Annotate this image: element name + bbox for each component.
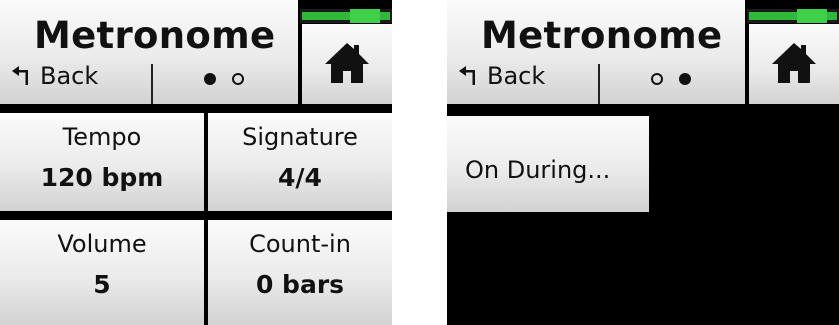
header-divider [151, 64, 153, 104]
tempo-tile[interactable]: Tempo 120 bpm [0, 113, 204, 211]
volume-tile[interactable]: Volume 5 [0, 220, 204, 325]
home-icon [325, 43, 369, 83]
tile-value: 0 bars [255, 270, 345, 299]
tile-label: Signature [242, 123, 358, 151]
tile-value: 120 bpm [40, 163, 164, 192]
home-button[interactable] [749, 24, 839, 104]
tile-label: Volume [57, 230, 147, 258]
metronome-screen-page-1: Metronome Back Tempo 120 bpm Signature 4… [0, 0, 392, 325]
count-in-tile[interactable]: Count-in 0 bars [208, 220, 392, 325]
page-dot-filled-icon [679, 73, 691, 85]
back-button[interactable]: Back [12, 62, 98, 90]
page-indicator [204, 73, 244, 85]
signature-tile[interactable]: Signature 4/4 [208, 113, 392, 211]
header-divider [598, 64, 600, 104]
home-icon [772, 43, 816, 83]
back-label: Back [40, 62, 99, 90]
tile-value: 4/4 [278, 163, 322, 192]
back-label: Back [487, 62, 546, 90]
on-during-tile[interactable]: On During... [447, 116, 649, 212]
back-arrow-icon [12, 66, 28, 85]
tile-label: On During... [465, 156, 611, 184]
tile-label: Count-in [249, 230, 351, 258]
back-arrow-icon [459, 66, 475, 85]
page-dot-empty-icon [651, 73, 663, 85]
tile-value: 5 [93, 270, 111, 299]
page-dot-empty-icon [232, 73, 244, 85]
metronome-screen-page-2: Metronome Back On During... [447, 0, 839, 325]
page-title: Metronome [481, 14, 723, 57]
page-indicator [651, 73, 691, 85]
header-panel: Metronome Back [0, 0, 298, 104]
page-title: Metronome [34, 14, 276, 57]
tile-label: Tempo [62, 123, 142, 151]
home-button[interactable] [302, 24, 392, 104]
header-panel: Metronome Back [447, 0, 745, 104]
battery-level-icon [300, 9, 392, 23]
page-dot-filled-icon [204, 73, 216, 85]
battery-level-icon [747, 9, 839, 23]
back-button[interactable]: Back [459, 62, 545, 90]
